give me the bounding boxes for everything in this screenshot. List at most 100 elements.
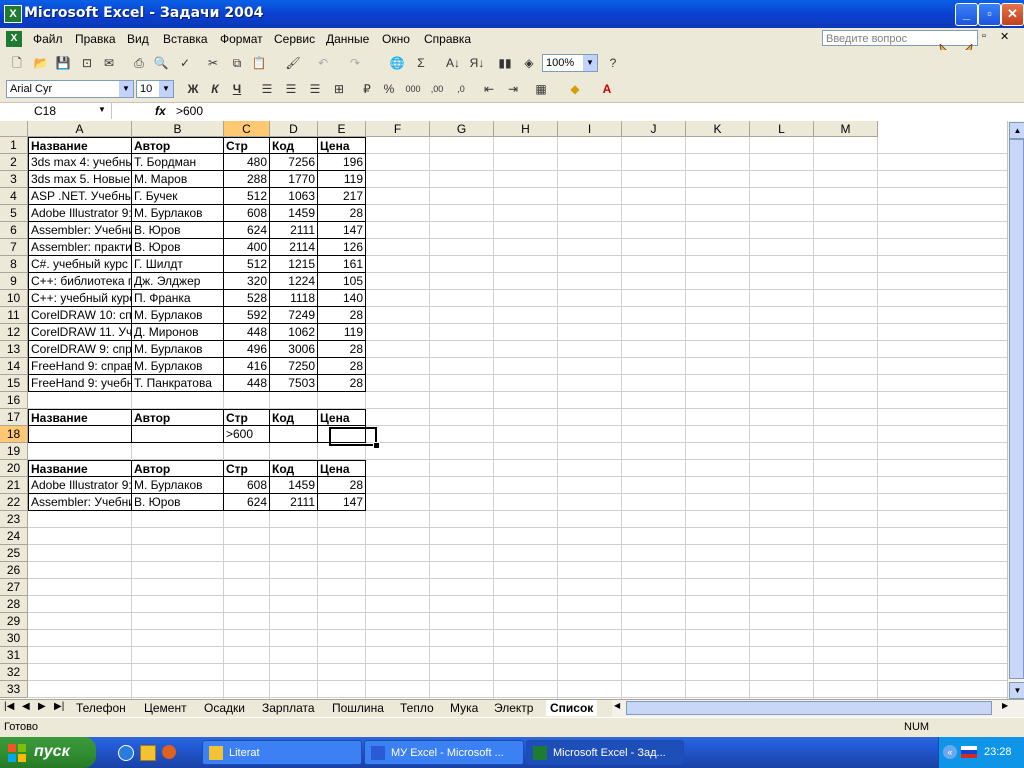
- table-cell[interactable]: 3006: [270, 341, 318, 358]
- column-header-g[interactable]: G: [430, 121, 494, 137]
- horizontal-scrollbar[interactable]: ◀ ▶: [612, 699, 1024, 717]
- increase-indent-icon[interactable]: ⇥: [504, 80, 522, 98]
- criteria-header-cell[interactable]: Название: [28, 409, 132, 426]
- next-sheet-icon[interactable]: ▶: [38, 701, 46, 712]
- spelling-icon[interactable]: ✓: [176, 54, 194, 72]
- prev-sheet-icon[interactable]: ◀: [22, 701, 30, 712]
- align-right-icon[interactable]: ☰: [306, 80, 324, 98]
- russian-flag-icon[interactable]: [961, 746, 977, 758]
- menu-data[interactable]: Данные: [326, 32, 369, 46]
- row-header-31[interactable]: 31: [0, 647, 28, 664]
- table-cell[interactable]: CorelDRAW 11. Учебный курс: [28, 324, 132, 341]
- result-cell[interactable]: В. Юров: [132, 494, 224, 511]
- restore-doc-icon[interactable]: ▫: [982, 30, 986, 42]
- chart-wizard-icon[interactable]: ▮▮: [496, 54, 514, 72]
- redo-icon[interactable]: ↷: [346, 54, 364, 72]
- table-cell[interactable]: 1459: [270, 205, 318, 222]
- row-header-16[interactable]: 16: [0, 392, 28, 409]
- align-center-icon[interactable]: ☰: [282, 80, 300, 98]
- row-header-1[interactable]: 1: [0, 137, 28, 154]
- minimize-button[interactable]: _: [955, 3, 978, 26]
- percent-icon[interactable]: %: [380, 80, 398, 98]
- comma-style-icon[interactable]: 000: [404, 80, 422, 98]
- table-cell[interactable]: 1118: [270, 290, 318, 307]
- open-icon[interactable]: 📂: [32, 54, 50, 72]
- table-cell[interactable]: Г. Бучек: [132, 188, 224, 205]
- column-header-b[interactable]: B: [132, 121, 224, 137]
- result-cell[interactable]: 147: [318, 494, 366, 511]
- name-box[interactable]: C18: [0, 103, 112, 119]
- result-header-cell[interactable]: Код: [270, 460, 318, 477]
- table-cell[interactable]: 448: [224, 375, 270, 392]
- table-cell[interactable]: 512: [224, 188, 270, 205]
- row-header-2[interactable]: 2: [0, 154, 28, 171]
- italic-button[interactable]: К: [206, 80, 224, 98]
- workbook-icon[interactable]: X: [6, 31, 22, 47]
- table-cell[interactable]: 7250: [270, 358, 318, 375]
- row-header-7[interactable]: 7: [0, 239, 28, 256]
- sheet-tab-3[interactable]: Зарплата: [258, 700, 319, 716]
- criteria-cell-c18[interactable]: >600: [224, 426, 270, 443]
- merge-center-icon[interactable]: ⊞: [330, 80, 348, 98]
- row-header-6[interactable]: 6: [0, 222, 28, 239]
- table-cell[interactable]: Adobe Illustrator 9: справочник: [28, 205, 132, 222]
- table-cell[interactable]: ASP .NET. Учебный курс: [28, 188, 132, 205]
- criteria-header-cell[interactable]: Код: [270, 409, 318, 426]
- increase-decimal-icon[interactable]: ,00: [428, 80, 446, 98]
- column-header-h[interactable]: H: [494, 121, 558, 137]
- new-icon[interactable]: 🗋: [8, 54, 26, 72]
- row-header-11[interactable]: 11: [0, 307, 28, 324]
- column-header-e[interactable]: E: [318, 121, 366, 137]
- last-sheet-icon[interactable]: ▶|: [54, 701, 64, 712]
- result-cell[interactable]: 2111: [270, 494, 318, 511]
- row-header-23[interactable]: 23: [0, 511, 28, 528]
- table-cell[interactable]: М. Бурлаков: [132, 341, 224, 358]
- sheet-tab-6[interactable]: Мука: [446, 700, 482, 716]
- column-header-f[interactable]: F: [366, 121, 430, 137]
- active-cell-selection[interactable]: [329, 427, 377, 446]
- start-button[interactable]: пуск: [0, 737, 96, 768]
- underline-button[interactable]: Ч: [228, 80, 246, 98]
- align-left-icon[interactable]: ☰: [258, 80, 276, 98]
- table-cell[interactable]: 140: [318, 290, 366, 307]
- table-cell[interactable]: 528: [224, 290, 270, 307]
- borders-icon[interactable]: ▦: [532, 80, 550, 98]
- result-header-cell[interactable]: Стр: [224, 460, 270, 477]
- row-header-24[interactable]: 24: [0, 528, 28, 545]
- sheet-tab-2[interactable]: Осадки: [200, 700, 249, 716]
- table-cell[interactable]: П. Франка: [132, 290, 224, 307]
- table-cell[interactable]: 7503: [270, 375, 318, 392]
- table-cell[interactable]: Assembler: практикум (+дискета): [28, 239, 132, 256]
- select-all-corner[interactable]: [0, 121, 28, 137]
- criteria-cell[interactable]: [132, 426, 224, 443]
- table-cell[interactable]: 7249: [270, 307, 318, 324]
- scroll-right-icon[interactable]: ▶: [1002, 701, 1008, 710]
- table-cell[interactable]: Д. Миронов: [132, 324, 224, 341]
- row-header-12[interactable]: 12: [0, 324, 28, 341]
- criteria-header-cell[interactable]: Стр: [224, 409, 270, 426]
- table-cell[interactable]: 592: [224, 307, 270, 324]
- menu-insert[interactable]: Вставка: [163, 32, 208, 46]
- sheet-tab-7[interactable]: Электр: [490, 700, 537, 716]
- media-player-icon[interactable]: [118, 745, 134, 761]
- table-cell[interactable]: В. Юров: [132, 222, 224, 239]
- table-cell[interactable]: 126: [318, 239, 366, 256]
- zoom-select[interactable]: 100% ▼: [542, 54, 598, 72]
- result-cell[interactable]: Adobe Illustrator 9: справочник: [28, 477, 132, 494]
- currency-icon[interactable]: ₽: [358, 80, 376, 98]
- table-cell[interactable]: 28: [318, 358, 366, 375]
- menu-view[interactable]: Вид: [127, 32, 149, 46]
- table-header-cell[interactable]: Автор: [132, 137, 224, 154]
- menu-help[interactable]: Справка: [424, 32, 471, 46]
- tray-expand-icon[interactable]: «: [943, 745, 957, 759]
- table-cell[interactable]: 2111: [270, 222, 318, 239]
- row-header-26[interactable]: 26: [0, 562, 28, 579]
- table-cell[interactable]: CorelDRAW 9: справочник: [28, 341, 132, 358]
- sheet-tab-1[interactable]: Цемент: [140, 700, 191, 716]
- menu-tools[interactable]: Сервис: [274, 32, 315, 46]
- table-cell[interactable]: 28: [318, 375, 366, 392]
- table-cell[interactable]: 1224: [270, 273, 318, 290]
- row-header-17[interactable]: 17: [0, 409, 28, 426]
- row-header-13[interactable]: 13: [0, 341, 28, 358]
- row-header-19[interactable]: 19: [0, 443, 28, 460]
